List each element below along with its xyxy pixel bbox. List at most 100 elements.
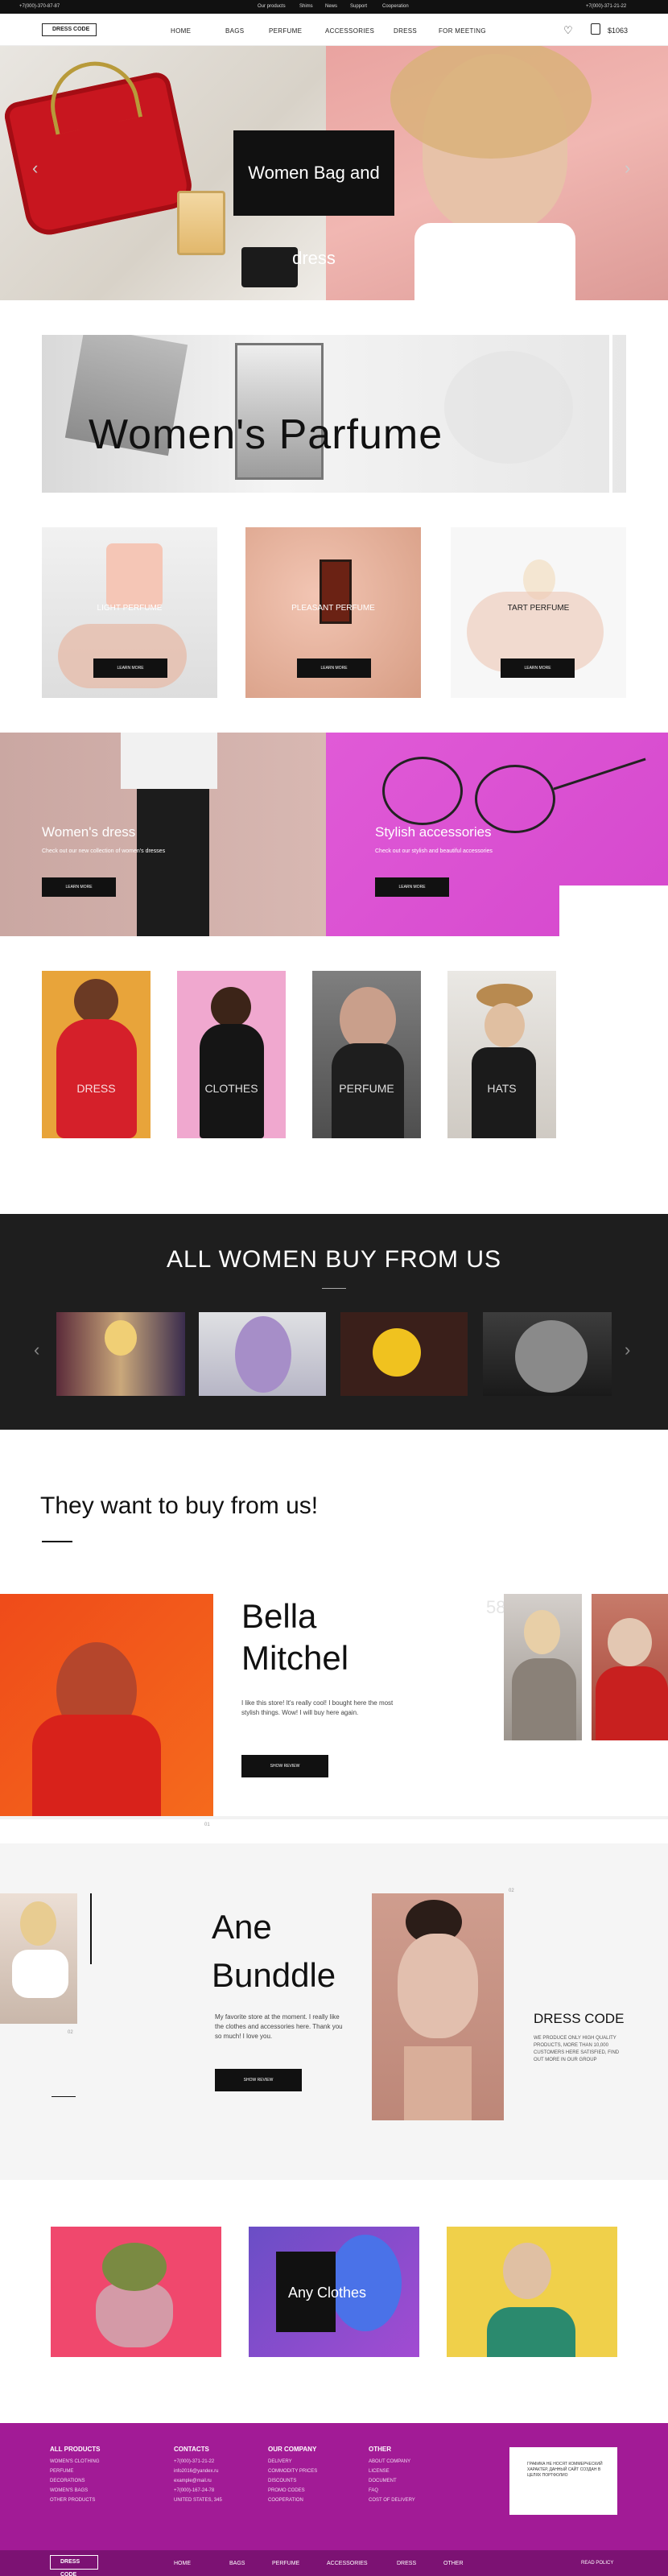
promo-accessories-text: Check out our stylish and beautiful acce… [375, 848, 493, 854]
learn-more-button[interactable]: LEARN MORE [93, 658, 167, 678]
cart-total[interactable]: $1063 [608, 27, 628, 35]
nav-dress[interactable]: DRESS [394, 27, 417, 35]
title-underline [322, 1288, 346, 1289]
footer-link[interactable]: PERFUME [50, 2469, 101, 2474]
heart-icon[interactable]: ♡ [563, 24, 573, 37]
topbar-link-news[interactable]: News [325, 4, 337, 9]
footer-link[interactable]: FAQ [369, 2488, 415, 2493]
topbar-link-products[interactable]: Our products [258, 4, 286, 9]
green-top [487, 2307, 575, 2357]
gallery-plant[interactable] [51, 2227, 221, 2357]
category-clothes[interactable] [177, 971, 286, 1138]
pot [96, 2283, 173, 2347]
category-label-dress: DRESS [76, 1082, 116, 1095]
phone-right[interactable]: +7(000)-371-21-22 [586, 4, 626, 9]
customer-photo-3[interactable] [340, 1312, 468, 1396]
footer-link[interactable]: COOPERATION [268, 2498, 317, 2503]
category-hats[interactable] [447, 971, 556, 1138]
footer-logo[interactable]: DRESS CODE [50, 2555, 98, 2576]
face [398, 1934, 478, 2038]
footer-link[interactable]: COST OF DELIVERY [369, 2498, 415, 2503]
light-bottle [106, 543, 163, 608]
footer-link[interactable]: PROMO CODES [268, 2488, 317, 2493]
footer-nav-bags[interactable]: BAGS [229, 2561, 245, 2566]
nav-home[interactable]: HOME [171, 27, 191, 35]
footer-col-other: OTHER ABOUT COMPANY LICENSE DOCUMENT FAQ… [369, 2446, 415, 2508]
glasses-left-lens [382, 757, 463, 825]
top-bar: +7(000)-370-87-87 Our products Shims New… [0, 0, 668, 14]
footer-link[interactable]: LICENSE [369, 2469, 415, 2474]
footer-nav-dress[interactable]: DRESS [397, 2561, 416, 2566]
hero-caption: Women Bag and dress [233, 130, 394, 268]
category-perfume[interactable] [312, 971, 421, 1138]
promo-dress-title: Women's dress [42, 824, 136, 840]
bella-review-text: I like this store! It's really cool! I b… [241, 1699, 394, 1716]
neck [404, 2046, 472, 2120]
topbar-link-cooperation[interactable]: Cooperation [382, 4, 409, 9]
heading-underline [42, 1541, 72, 1542]
customer-photo-1[interactable] [56, 1312, 185, 1396]
chevron-left-icon[interactable]: ‹ [34, 1340, 39, 1360]
logo[interactable]: DRESS CODE [42, 23, 97, 36]
footer-link[interactable]: WOMEN'S BAGS [50, 2488, 101, 2493]
footer-link[interactable]: UNITED STATES, 345 [174, 2498, 222, 2503]
footer-col-contacts: CONTACTS +7(000)-371-21-22 info2016@yand… [174, 2446, 222, 2508]
footer-link[interactable]: DELIVERY [268, 2459, 317, 2464]
learn-more-button[interactable]: LEARN MORE [375, 877, 449, 897]
show-review-button[interactable]: SHOW REVIEW [241, 1755, 328, 1777]
learn-more-button[interactable]: LEARN MORE [501, 658, 575, 678]
topbar-link-support[interactable]: Support [350, 4, 367, 9]
footer-nav-other[interactable]: OTHER [443, 2561, 464, 2566]
testimonial-photo-bella [0, 1594, 213, 1816]
gallery-yellow[interactable] [447, 2227, 617, 2357]
face [340, 987, 396, 1051]
footer-link[interactable]: info2016@yandex.ru [174, 2469, 222, 2474]
category-dress[interactable] [42, 971, 151, 1138]
face [485, 1003, 525, 1047]
deco-number: 02 [509, 1889, 514, 1893]
cart-icon[interactable] [591, 23, 600, 35]
footer-link[interactable]: DISCOUNTS [268, 2479, 317, 2483]
page-number: 01 [204, 1823, 210, 1827]
chevron-left-icon[interactable]: ‹ [32, 158, 38, 179]
chevron-right-icon[interactable]: › [625, 1340, 630, 1360]
footer-link[interactable]: DOCUMENT [369, 2479, 415, 2483]
perfume-bottle [177, 191, 225, 255]
footer-link[interactable]: example@mail.ru [174, 2479, 222, 2483]
footer-link[interactable]: WOMEN'S CLOTHING [50, 2459, 101, 2464]
customer-photo-2[interactable] [199, 1312, 326, 1396]
nav-perfume[interactable]: PERFUME [269, 27, 302, 35]
learn-more-button[interactable]: LEARN MORE [297, 658, 371, 678]
footer-col-title: OTHER [369, 2446, 391, 2453]
footer-link[interactable]: ABOUT COMPANY [369, 2459, 415, 2464]
glasses-arm [553, 758, 646, 791]
read-policy-link[interactable]: READ POLICY [581, 2561, 613, 2566]
footer-link[interactable]: +7(000)-167-24-78 [174, 2488, 222, 2493]
footer-link[interactable]: COMMODITY PRICES [268, 2469, 317, 2474]
hand [58, 624, 187, 688]
head [211, 987, 251, 1027]
face-bw [515, 1320, 588, 1393]
footer-nav-accessories[interactable]: ACCESSORIES [327, 2561, 368, 2566]
learn-more-button[interactable]: LEARN MORE [42, 877, 116, 897]
nav-for-meeting[interactable]: FOR MEETING [439, 27, 486, 35]
face-blur [444, 351, 573, 464]
nav-accessories[interactable]: ACCESSORIES [325, 27, 374, 35]
topbar-link-shims[interactable]: Shims [299, 4, 313, 9]
chevron-right-icon[interactable]: › [625, 158, 630, 179]
blue-hair [329, 2235, 402, 2331]
footer-note-box: ГРАФИКА НЕ НОСЯТ КОММЕРЧЕСКИЙ ХАРАКТЕР, … [509, 2447, 617, 2515]
footer-nav-perfume[interactable]: PERFUME [272, 2561, 299, 2566]
nav-bags[interactable]: BAGS [225, 27, 244, 35]
footer-nav-home[interactable]: HOME [174, 2561, 191, 2566]
customer-photo-4[interactable] [483, 1312, 612, 1396]
thumb-redhead[interactable] [592, 1594, 668, 1740]
footer-link[interactable]: OTHER PRODUCTS [50, 2498, 101, 2503]
show-review-button[interactable]: SHOW REVIEW [215, 2069, 302, 2091]
thumb-blonde-2[interactable] [0, 1893, 77, 2024]
thumb-blonde-1[interactable] [504, 1594, 582, 1740]
footer-link[interactable]: DECORATIONS [50, 2479, 101, 2483]
phone-left[interactable]: +7(000)-370-87-87 [19, 4, 60, 9]
flowers [373, 1328, 421, 1377]
footer-link[interactable]: +7(000)-371-21-22 [174, 2459, 222, 2464]
